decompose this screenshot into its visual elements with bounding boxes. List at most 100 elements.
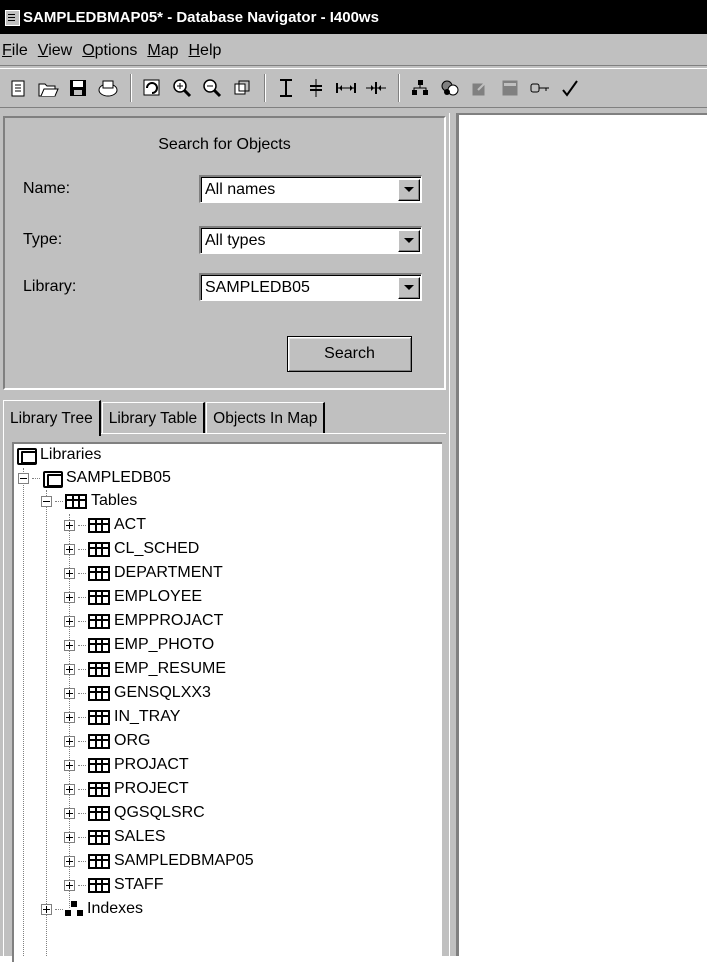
expand-icon[interactable]	[64, 519, 75, 531]
expand-icon[interactable]	[64, 855, 75, 867]
tree-node-table[interactable]: IN_TRAY	[64, 706, 180, 728]
table-icon	[88, 517, 110, 533]
expand-icon[interactable]	[64, 591, 75, 603]
tree-node-table[interactable]: EMPLOYEE	[64, 586, 202, 608]
expand-icon[interactable]	[64, 687, 75, 699]
fit-window-icon[interactable]	[228, 74, 256, 102]
table-icon	[88, 541, 110, 557]
save-icon[interactable]	[64, 74, 92, 102]
tab-library-table[interactable]: Library Table	[101, 402, 206, 434]
search-button[interactable]: Search	[287, 336, 412, 372]
tab-strip: Library Tree Library Table Objects In Ma…	[3, 400, 326, 436]
expand-icon[interactable]	[64, 831, 75, 843]
table-icon	[88, 805, 110, 821]
tree-node-table[interactable]: DEPARTMENT	[64, 562, 223, 584]
collapse-icon[interactable]	[41, 495, 52, 507]
tree-frame: Libraries SAMPLEDB05 Tables ACT CL_SCHED…	[3, 433, 446, 962]
tree-node-table[interactable]: SALES	[64, 826, 166, 848]
properties-icon[interactable]	[436, 74, 464, 102]
table-icon	[88, 565, 110, 581]
folder-library-icon	[16, 446, 37, 465]
chevron-down-icon[interactable]	[398, 276, 420, 299]
print-icon[interactable]	[94, 74, 122, 102]
expand-icon[interactable]	[64, 711, 75, 723]
library-label: Library:	[23, 278, 77, 295]
menu-map[interactable]: Map	[147, 42, 186, 60]
library-tree: Libraries SAMPLEDB05 Tables ACT CL_SCHED…	[12, 442, 442, 962]
tree-node-indexes[interactable]: Indexes	[41, 898, 143, 920]
map-canvas[interactable]	[457, 113, 707, 956]
table-icon[interactable]	[496, 74, 524, 102]
tree-node-table[interactable]: STAFF	[64, 874, 163, 896]
zoom-in-icon[interactable]	[168, 74, 196, 102]
application-window: SAMPLEDBMAP05* - Database Navigator - I4…	[0, 0, 707, 962]
tree-node-label: Indexes	[87, 900, 144, 917]
align-vertical-icon[interactable]	[272, 74, 300, 102]
tree-node-table[interactable]: PROJACT	[64, 754, 189, 776]
menu-help[interactable]: Help	[188, 42, 229, 60]
tree-node-table[interactable]: ACT	[64, 514, 146, 536]
tree-node-table[interactable]: EMPPROJACT	[64, 610, 223, 632]
tree-node-label: SAMPLEDB05	[66, 469, 171, 486]
tree-node-table[interactable]: PROJECT	[64, 778, 189, 800]
tree-node-library[interactable]: SAMPLEDB05	[18, 467, 171, 489]
window-title: SAMPLEDBMAP05* - Database Navigator - I4…	[23, 8, 379, 26]
center-vertical-icon[interactable]	[302, 74, 330, 102]
table-icon	[88, 733, 110, 749]
title-bar: SAMPLEDBMAP05* - Database Navigator - I4…	[0, 0, 707, 34]
tree-node-table[interactable]: EMP_RESUME	[64, 658, 226, 680]
table-icon	[88, 709, 110, 725]
expand-icon[interactable]	[64, 567, 75, 579]
tree-node-table[interactable]: ORG	[64, 730, 150, 752]
tree-node-table[interactable]: EMP_PHOTO	[64, 634, 214, 656]
name-dropdown[interactable]: All names	[199, 175, 422, 203]
compress-horizontal-icon[interactable]	[362, 74, 390, 102]
menu-view[interactable]: View	[38, 42, 80, 60]
tree-node-libraries[interactable]: Libraries	[16, 444, 101, 466]
refresh-icon[interactable]	[138, 74, 166, 102]
table-icon	[88, 661, 110, 677]
table-icon	[88, 685, 110, 701]
tree-node-table[interactable]: SAMPLEDBMAP05	[64, 850, 254, 872]
chevron-down-icon[interactable]	[398, 178, 420, 201]
table-icon	[88, 589, 110, 605]
spread-horizontal-icon[interactable]	[332, 74, 360, 102]
pane-splitter[interactable]	[449, 113, 457, 956]
expand-icon[interactable]	[64, 807, 75, 819]
expand-icon[interactable]	[64, 639, 75, 651]
table-icon	[88, 613, 110, 629]
tab-objects-in-map[interactable]: Objects In Map	[206, 402, 326, 434]
search-panel-title: Search for Objects	[158, 136, 291, 153]
tab-library-tree[interactable]: Library Tree	[3, 400, 101, 436]
expand-icon[interactable]	[64, 615, 75, 627]
new-icon[interactable]	[4, 74, 32, 102]
hierarchy-icon[interactable]	[406, 74, 434, 102]
expand-icon[interactable]	[64, 783, 75, 795]
type-dropdown[interactable]: All types	[199, 226, 422, 254]
tree-node-table[interactable]: QGSQLSRC	[64, 802, 205, 824]
expand-icon[interactable]	[64, 735, 75, 747]
collapse-icon[interactable]	[18, 472, 29, 484]
key-icon[interactable]	[526, 74, 554, 102]
menu-options[interactable]: Options	[82, 42, 145, 60]
library-dropdown[interactable]: SAMPLEDB05	[199, 273, 422, 301]
table-icon	[88, 829, 110, 845]
expand-icon[interactable]	[64, 543, 75, 555]
zoom-out-icon[interactable]	[198, 74, 226, 102]
expand-icon[interactable]	[41, 903, 52, 915]
table-icon	[88, 781, 110, 797]
name-label: Name:	[23, 180, 71, 197]
tree-node-table[interactable]: CL_SCHED	[64, 538, 199, 560]
table-icon	[88, 637, 110, 653]
tree-node-tables[interactable]: Tables	[41, 490, 137, 512]
expand-icon[interactable]	[64, 759, 75, 771]
check-icon[interactable]	[556, 74, 584, 102]
open-icon[interactable]	[34, 74, 62, 102]
expand-icon[interactable]	[64, 879, 75, 891]
chevron-down-icon[interactable]	[398, 229, 420, 252]
menu-file[interactable]: File	[2, 42, 36, 60]
tree-node-table[interactable]: GENSQLXX3	[64, 682, 211, 704]
edit-icon[interactable]	[466, 74, 494, 102]
expand-icon[interactable]	[64, 663, 75, 675]
tree-node-label: Tables	[91, 492, 138, 509]
